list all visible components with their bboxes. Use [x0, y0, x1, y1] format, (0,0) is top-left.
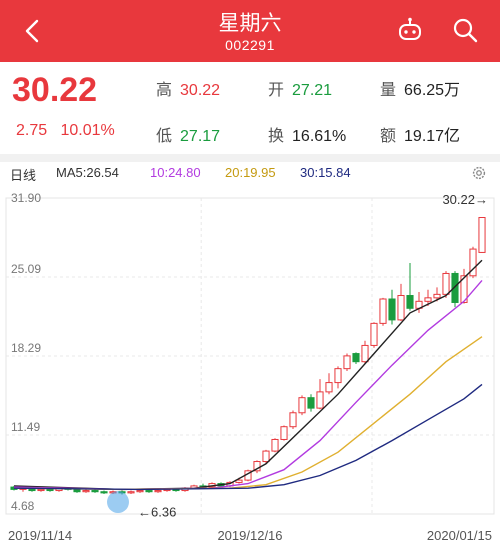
- high-stat: 高 30.22: [156, 76, 220, 100]
- candle-body: [388, 298, 396, 321]
- ma20-line: [13, 336, 483, 491]
- candle-body: [361, 344, 369, 363]
- ma5-value: MA5:26.54: [56, 165, 119, 180]
- x-axis-label: 2019/12/16: [217, 528, 282, 543]
- max-price-annotation: 30.22→: [442, 192, 488, 207]
- turnover-stat: 换 16.61%: [268, 122, 346, 146]
- app-header: 星期六 002291: [0, 0, 500, 62]
- turnover-value: 16.61%: [292, 128, 347, 145]
- open-label: 开: [268, 82, 285, 99]
- candle-body: [262, 450, 270, 463]
- x-axis-label: 2019/11/14: [8, 528, 72, 543]
- ma30-value: 30:15.84: [300, 165, 351, 180]
- section-divider: [0, 154, 500, 162]
- candle-body: [91, 490, 99, 493]
- high-value: 30.22: [180, 82, 221, 99]
- low-label: 低: [156, 128, 173, 145]
- high-label: 高: [156, 82, 173, 99]
- candle-body: [442, 272, 450, 295]
- candle-body: [37, 488, 45, 492]
- candle-body: [343, 355, 351, 370]
- last-price: 30.22: [12, 71, 98, 109]
- candle-body: [370, 322, 378, 346]
- candle-body: [280, 426, 288, 440]
- change-percent: 10.01%: [60, 122, 115, 139]
- ma10-value: 10:24.80: [150, 165, 201, 180]
- volume-stat: 量 66.25万: [380, 76, 460, 100]
- candlestick-chart[interactable]: 31.90 25.09 18.29 11.49 4.68 30.22→ ←6.36 2019/…: [0, 184, 500, 547]
- amount-label: 额: [380, 128, 397, 145]
- gear-icon[interactable]: [470, 164, 488, 182]
- volume-value: 66.25万: [404, 82, 461, 99]
- ma5-line: [13, 259, 483, 491]
- amount-value: 19.17亿: [404, 128, 461, 145]
- candle-body: [298, 397, 306, 414]
- volume-label: 量: [380, 82, 397, 99]
- chart-indicator-bar: 日线 MA5:26.54 10:24.80 20:19.95 30:15.84: [0, 162, 500, 184]
- quote-panel: 30.22 2.75 10.01% 高 30.22 开 27.21 量 66.25万 …: [0, 62, 500, 154]
- candle-body: [424, 297, 432, 302]
- low-value: 27.17: [180, 128, 221, 145]
- candle-body: [352, 353, 360, 363]
- turnover-label: 换: [268, 128, 285, 145]
- candle-body: [307, 397, 315, 409]
- search-icon[interactable]: [450, 15, 480, 45]
- robot-assistant-icon[interactable]: [395, 15, 425, 45]
- open-value: 27.21: [292, 82, 333, 99]
- candle-body: [379, 298, 387, 324]
- candle-body: [316, 391, 324, 409]
- candle-body: [145, 490, 153, 493]
- y-tick-label: 18.29: [11, 341, 41, 355]
- candle-body: [100, 491, 108, 494]
- y-tick-label: 11.49: [11, 420, 40, 434]
- candle-body: [73, 488, 81, 493]
- period-selector[interactable]: 日线: [10, 165, 36, 184]
- candle-body: [127, 491, 135, 494]
- candle-body: [289, 412, 297, 428]
- candle-body: [46, 488, 54, 492]
- amount-stat: 额 19.17亿: [380, 122, 460, 146]
- ma20-value: 20:19.95: [225, 165, 276, 180]
- candle-body: [136, 490, 144, 493]
- open-stat: 开 27.21: [268, 76, 332, 100]
- candle-body: [406, 295, 414, 309]
- candle-body: [325, 382, 333, 393]
- candle-body: [271, 438, 279, 452]
- min-price-annotation: ←6.36: [138, 504, 176, 519]
- candle-body: [82, 490, 90, 493]
- stock-code: 002291: [225, 37, 275, 53]
- crosshair-marker: [107, 491, 129, 514]
- candle-body: [334, 368, 342, 384]
- candle-body: [397, 295, 405, 321]
- y-tick-label: 4.68: [11, 499, 35, 513]
- candle-body: [433, 293, 441, 299]
- price-change: 2.75 10.01%: [16, 122, 115, 140]
- candle-body: [478, 217, 486, 253]
- change-value: 2.75: [16, 122, 48, 139]
- x-axis-label: 2020/01/15: [427, 528, 492, 543]
- y-tick-label: 25.09: [11, 262, 41, 276]
- low-stat: 低 27.17: [156, 122, 220, 146]
- y-tick-label: 31.90: [11, 191, 41, 205]
- candle-body: [154, 490, 162, 493]
- stock-name: 星期六: [218, 12, 282, 35]
